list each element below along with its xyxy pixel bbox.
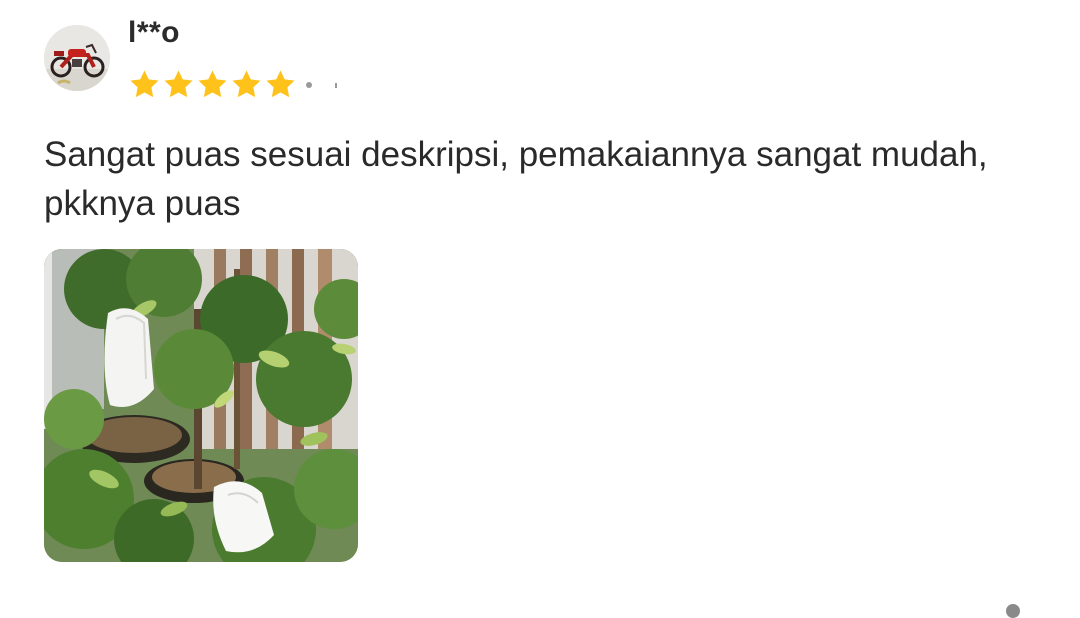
motorcycle-icon <box>44 25 110 91</box>
plant-photo-icon <box>44 249 358 562</box>
review-card: l**o Sangat puas sesuai deskripsi, pemak… <box>0 0 1080 618</box>
star-icon <box>130 70 159 98</box>
review-photo[interactable] <box>44 249 358 562</box>
star-icon <box>232 70 261 98</box>
star-rating <box>128 68 297 101</box>
star-icon <box>266 70 295 98</box>
review-text: Sangat puas sesuai deskripsi, pemakaiann… <box>44 135 988 223</box>
star-icon <box>164 70 193 98</box>
avatar[interactable] <box>44 25 110 91</box>
reviewer-name: l**o <box>128 16 181 49</box>
scroll-indicator <box>1006 604 1020 618</box>
star-icon <box>198 70 227 98</box>
variant-mark <box>335 83 337 88</box>
separator-dot <box>306 82 312 88</box>
